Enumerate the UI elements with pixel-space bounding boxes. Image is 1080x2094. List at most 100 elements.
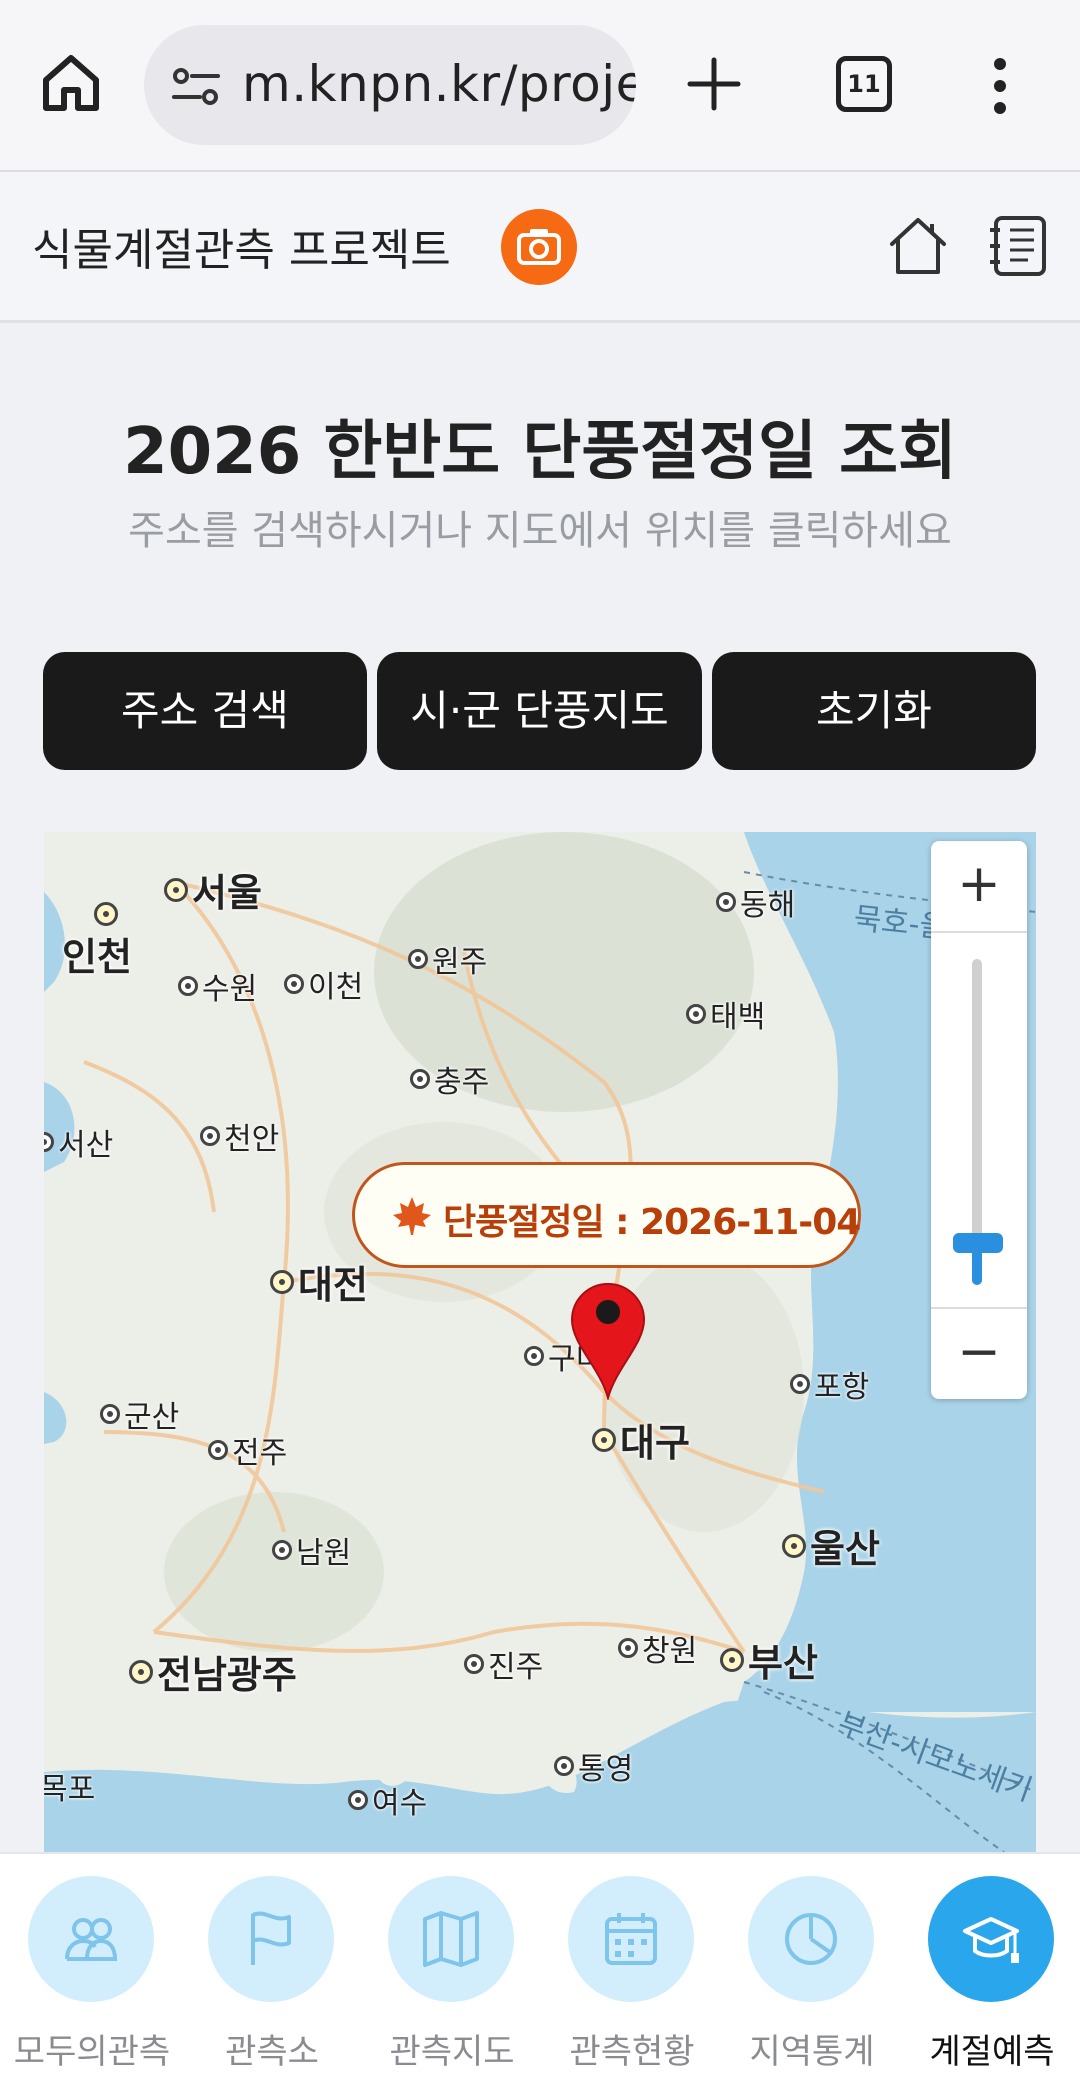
nav-label: 관측현황 <box>569 2032 695 2072</box>
city-label: 진주 <box>464 1642 543 1686</box>
notebook-menu-icon[interactable] <box>988 212 1050 278</box>
camera-badge[interactable] <box>501 209 577 285</box>
city-map-button[interactable]: 시·군 단풍지도 <box>377 652 702 770</box>
calendar-icon <box>605 1913 657 1965</box>
maple-leaf-icon <box>393 1197 431 1235</box>
nav-item-stats[interactable]: 지역통계 <box>722 1876 902 2086</box>
city-label: 원주 <box>408 937 487 981</box>
city-marker-icon <box>408 949 428 969</box>
map-icon <box>423 1911 479 1967</box>
city-marker-icon <box>284 974 304 994</box>
city-marker-icon <box>348 1790 368 1810</box>
city-marker-icon <box>790 1374 810 1394</box>
site-settings-icon[interactable] <box>172 67 220 107</box>
bottom-navigation: 모두의관측 관측소 관측지도 관측현황 지역통계 계절예측 <box>0 1852 1080 2094</box>
flag-icon <box>251 1911 291 1965</box>
zoom-out-button[interactable]: − <box>931 1307 1027 1399</box>
nav-item-status[interactable]: 관측현황 <box>542 1876 722 2086</box>
nav-label: 관측지도 <box>389 2032 515 2072</box>
city-label: 태백 <box>686 992 765 1036</box>
city-label: 여수 <box>348 1778 427 1822</box>
city-marker-icon <box>100 1404 120 1424</box>
city-marker-icon <box>720 1647 744 1672</box>
url-text: m.knpn.kr/proje <box>242 55 636 113</box>
city-marker-icon <box>164 877 188 902</box>
pie-chart-icon <box>785 1913 837 1965</box>
city-marker-icon <box>44 1132 54 1152</box>
city-marker-icon <box>178 976 198 996</box>
zoom-slider-handle[interactable] <box>953 1232 1003 1253</box>
city-label: 이천 <box>284 962 363 1006</box>
city-marker-icon <box>686 1004 706 1024</box>
city-marker-icon <box>272 1540 292 1560</box>
city-marker-icon <box>94 902 118 926</box>
city-label: 군산 <box>100 1392 179 1436</box>
people-icon <box>65 1918 118 1961</box>
address-bar[interactable]: m.knpn.kr/proje <box>144 25 636 145</box>
city-marker-icon <box>200 1126 220 1146</box>
city-label: 인천 <box>62 902 132 981</box>
nav-item-community[interactable]: 모두의관측 <box>2 1876 182 2086</box>
city-marker-icon <box>410 1069 430 1089</box>
reset-button[interactable]: 초기화 <box>712 652 1036 770</box>
nav-icon-circle <box>28 1876 154 2002</box>
city-marker-icon <box>464 1654 484 1674</box>
new-tab-icon[interactable] <box>686 56 742 112</box>
browser-toolbar: m.knpn.kr/proje 11 <box>0 0 1080 172</box>
nav-item-stations[interactable]: 관측소 <box>182 1876 362 2086</box>
nav-label: 모두의관측 <box>13 2032 171 2072</box>
page-title: 2026 한반도 단풍절정일 조회 <box>123 415 957 489</box>
peak-date-popup: 단풍절정일 : 2026-11-04 <box>352 1162 861 1268</box>
nav-label: 관측소 <box>225 2032 319 2072</box>
city-marker-icon <box>592 1427 616 1452</box>
city-marker-icon <box>524 1346 544 1366</box>
address-search-button[interactable]: 주소 검색 <box>43 652 367 770</box>
camera-icon <box>517 229 561 265</box>
city-label: 목포 <box>44 1772 96 1807</box>
more-menu-icon[interactable] <box>985 56 1015 116</box>
map-view[interactable]: 서울 인천 대전 대구 울산 부산 전남광주 수원 이천 원주 동해 태백 충주… <box>44 832 1036 1852</box>
zoom-in-button[interactable]: + <box>931 841 1027 933</box>
nav-item-forecast[interactable]: 계절예측 <box>902 1876 1080 2086</box>
nav-label: 지역통계 <box>749 2032 875 2072</box>
city-label: 서울 <box>164 862 262 917</box>
tab-switcher-button[interactable]: 11 <box>836 56 892 112</box>
site-header: 식물계절관측 프로젝트 <box>0 172 1080 323</box>
city-label: 대전 <box>270 1254 368 1309</box>
city-marker-icon <box>618 1638 638 1658</box>
city-marker-icon <box>208 1440 228 1460</box>
city-label: 충주 <box>410 1057 489 1101</box>
city-label: 동해 <box>716 880 795 924</box>
nav-icon-circle <box>388 1876 514 2002</box>
city-label: 전남광주 <box>129 1644 297 1699</box>
city-label: 전주 <box>208 1428 287 1472</box>
city-label: 울산 <box>782 1518 880 1573</box>
nav-icon-circle <box>928 1876 1054 2002</box>
city-label: 부산 <box>720 1632 818 1687</box>
city-marker-icon <box>554 1756 574 1776</box>
site-title[interactable]: 식물계절관측 프로젝트 <box>32 214 451 278</box>
city-label: 서산 <box>44 1120 113 1164</box>
city-label: 대구 <box>592 1412 690 1467</box>
city-label: 천안 <box>200 1114 279 1158</box>
nav-icon-circle <box>208 1876 334 2002</box>
peak-date-text: 단풍절정일 : 2026-11-04 <box>443 1202 861 1243</box>
browser-home-icon[interactable] <box>40 52 102 114</box>
city-label: 남원 <box>272 1528 351 1572</box>
graduation-cap-icon <box>963 1917 1019 1963</box>
zoom-control: + − <box>931 841 1027 1399</box>
city-marker-icon <box>270 1269 294 1294</box>
city-marker-icon <box>716 892 736 912</box>
location-pin-icon[interactable] <box>570 1282 646 1400</box>
nav-label: 계절예측 <box>929 2032 1055 2072</box>
city-marker-icon <box>129 1659 153 1684</box>
city-label: 포항 <box>790 1362 869 1406</box>
page-subtitle: 주소를 검색하시거나 지도에서 위치를 클릭하세요 <box>128 508 952 554</box>
city-label: 수원 <box>178 964 257 1008</box>
nav-icon-circle <box>748 1876 874 2002</box>
city-label: 창원 <box>618 1626 697 1670</box>
city-label: 통영 <box>554 1744 633 1788</box>
nav-item-map[interactable]: 관측지도 <box>362 1876 542 2086</box>
home-icon[interactable] <box>886 214 950 278</box>
city-marker-icon <box>782 1533 806 1558</box>
